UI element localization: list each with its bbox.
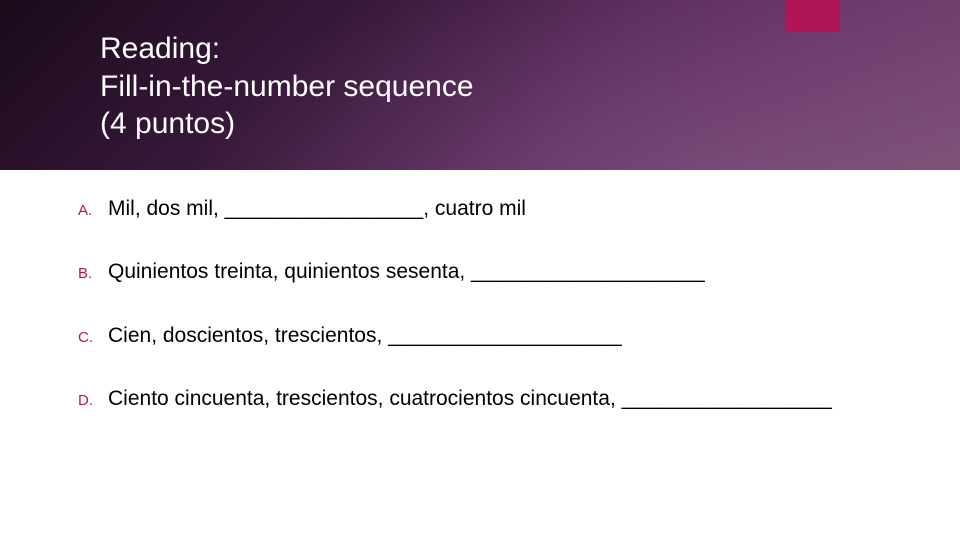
- title-line-3: (4 puntos): [100, 105, 474, 143]
- slide-title: Reading: Fill-in-the-number sequence (4 …: [100, 30, 474, 143]
- accent-tab: [785, 0, 840, 32]
- header-band: Reading: Fill-in-the-number sequence (4 …: [0, 0, 960, 170]
- question-text: Cien, doscientos, trescientos, _________…: [108, 322, 622, 349]
- question-marker: C.: [78, 329, 108, 346]
- title-line-2: Fill-in-the-number sequence: [100, 68, 474, 106]
- question-marker: B.: [78, 265, 108, 282]
- question-text: Quinientos treinta, quinientos sesenta, …: [108, 258, 705, 285]
- list-item: B. Quinientos treinta, quinientos sesent…: [78, 258, 920, 285]
- list-item: D. Ciento cincuenta, trescientos, cuatro…: [78, 385, 920, 412]
- question-text: Ciento cincuenta, trescientos, cuatrocie…: [108, 385, 832, 412]
- list-item: A. Mil, dos mil, _________________, cuat…: [78, 195, 920, 222]
- question-list: A. Mil, dos mil, _________________, cuat…: [78, 195, 920, 448]
- question-marker: A.: [78, 202, 108, 219]
- list-item: C. Cien, doscientos, trescientos, ______…: [78, 322, 920, 349]
- question-marker: D.: [78, 392, 108, 409]
- title-line-1: Reading:: [100, 30, 474, 68]
- question-text: Mil, dos mil, _________________, cuatro …: [108, 195, 526, 222]
